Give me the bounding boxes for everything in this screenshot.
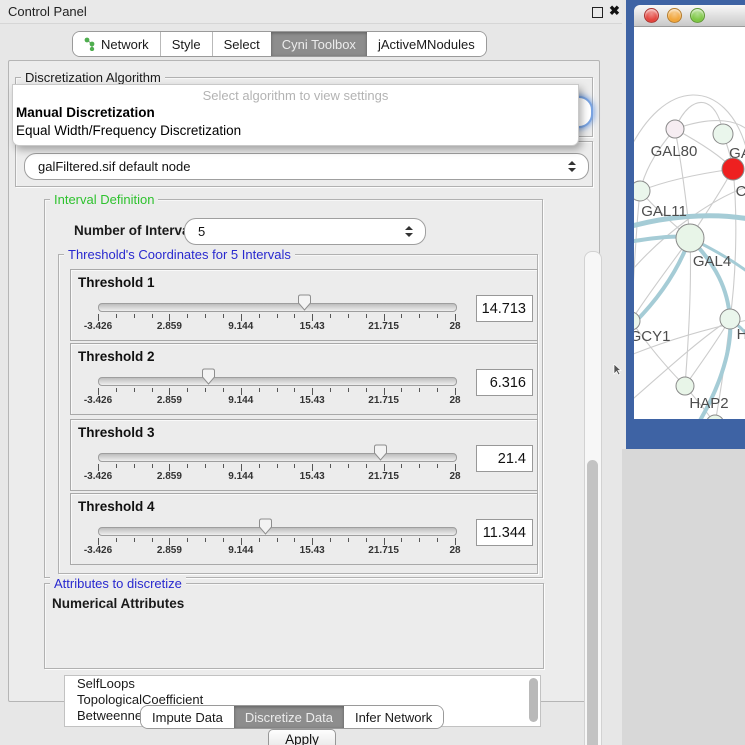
network-window-titlebar: [634, 5, 745, 27]
network-edge: [634, 191, 640, 321]
slider-thumb[interactable]: [297, 294, 312, 311]
threshold-value-field[interactable]: 6.316: [476, 369, 533, 396]
tab-network[interactable]: Network: [73, 32, 160, 56]
node-label: C: [736, 183, 745, 200]
float-window-icon[interactable]: [592, 7, 603, 18]
popup-option-1[interactable]: Manual Discretization: [16, 105, 155, 120]
panel-scrollbar-track[interactable]: [584, 251, 602, 745]
node-label: HAP2: [689, 395, 728, 412]
table-data-group: Table Data galFiltered.sif default node: [15, 141, 593, 187]
network-node[interactable]: [634, 181, 650, 201]
algorithm-group-title: Discretization Algorithm: [21, 70, 165, 85]
tab-label: Discretize Data: [245, 710, 333, 725]
slider-thumb[interactable]: [201, 368, 216, 385]
tab-label: Cyni Toolbox: [282, 37, 356, 52]
tab-label: Select: [224, 37, 260, 52]
algorithm-dropdown-popup: Select algorithm to view settings Manual…: [12, 84, 579, 146]
tab-discretize-data[interactable]: Discretize Data: [234, 706, 344, 728]
cyni-toolbox-panel: Discretization Algorithm Table Data galF…: [8, 60, 600, 702]
interval-definition-group: Interval Definition Number of Intervals …: [44, 199, 543, 578]
popup-hint: Select algorithm to view settings: [13, 88, 578, 103]
tab-label: jActiveMNodules: [378, 37, 475, 52]
tab-jactivemnodules[interactable]: jActiveMNodules: [367, 32, 486, 56]
mac-minimize-icon[interactable]: [667, 8, 682, 23]
close-icon[interactable]: ✖: [609, 3, 620, 19]
bottom-tab-strip: Impute Data Discretize Data Infer Network: [140, 705, 444, 729]
threshold-value-field[interactable]: 11.344: [476, 519, 533, 546]
network-node[interactable]: [676, 224, 704, 252]
control-panel: Control Panel ✖ Network Style Select Cyni T…: [0, 0, 622, 745]
panel-scrollbar-thumb[interactable]: [587, 460, 598, 745]
threshold-value-field[interactable]: 21.4: [476, 445, 533, 472]
table-panel-area: Table Panel ⚙ ☑☑ shared...na YDL19...YDL…: [622, 449, 745, 745]
interval-definition-title: Interval Definition: [50, 192, 158, 207]
network-node[interactable]: [666, 120, 684, 138]
popup-option-2[interactable]: Equal Width/Frequency Discretization: [16, 123, 241, 138]
slider-thumb[interactable]: [373, 444, 388, 461]
mac-zoom-icon[interactable]: [690, 8, 705, 23]
table-data-value: galFiltered.sif default node: [25, 159, 568, 174]
top-tab-strip: Network Style Select Cyni Toolbox jActiveMNo…: [72, 31, 487, 57]
tab-impute-data[interactable]: Impute Data: [141, 706, 234, 728]
mac-close-icon[interactable]: [644, 8, 659, 23]
network-node[interactable]: [676, 377, 694, 395]
tab-label: Network: [101, 37, 149, 52]
tab-label: Impute Data: [152, 710, 223, 725]
tab-infer-network[interactable]: Infer Network: [344, 706, 443, 728]
network-node[interactable]: [713, 124, 733, 144]
node-label: GAL80: [651, 143, 698, 160]
attribute-item[interactable]: SelfLoops: [65, 676, 540, 692]
node-label: GAL4: [693, 253, 731, 270]
network-node[interactable]: [722, 158, 744, 180]
attributes-group: Attributes to discretize Numerical Attri…: [44, 583, 544, 669]
network-canvas[interactable]: GAL80GACGAL11GAL4GCY1HHAP2: [634, 27, 745, 419]
node-label: GAL11: [641, 203, 687, 220]
apply-button[interactable]: Apply: [268, 729, 336, 745]
node-label: H: [737, 326, 745, 343]
network-edge: [634, 238, 690, 321]
network-edge: [685, 238, 691, 386]
threshold-value-field[interactable]: 14.713: [476, 295, 533, 322]
tab-select[interactable]: Select: [212, 32, 271, 56]
numerical-attributes-label: Numerical Attributes: [52, 596, 184, 611]
slider-thumb[interactable]: [258, 518, 273, 535]
tab-label: Style: [172, 37, 201, 52]
control-panel-titlebar: Control Panel ✖: [0, 0, 622, 24]
node-label: GCY1: [634, 328, 670, 345]
combo-arrows-icon: [405, 226, 413, 237]
number-of-intervals-label: Number of Intervals: [74, 223, 201, 238]
tab-label: Infer Network: [355, 710, 432, 725]
tab-cyni-toolbox[interactable]: Cyni Toolbox: [271, 32, 367, 56]
attributes-group-title: Attributes to discretize: [50, 576, 186, 591]
network-edge: [640, 169, 733, 191]
network-edge: [634, 238, 690, 329]
number-of-intervals-combobox[interactable]: 5: [184, 218, 426, 245]
combo-arrows-icon: [568, 161, 576, 172]
network-icon: [84, 37, 96, 51]
panel-title: Control Panel: [8, 4, 87, 19]
screenshot-root: Control Panel ✖ Network Style Select Cyni T…: [0, 0, 745, 745]
tab-style[interactable]: Style: [160, 32, 212, 56]
list-scrollbar[interactable]: [529, 678, 538, 722]
table-data-combobox[interactable]: galFiltered.sif default node: [24, 153, 589, 180]
mouse-cursor: [613, 364, 623, 376]
thresholds-group-title: Threshold's Coordinates for 5 Intervals: [64, 247, 295, 262]
number-of-intervals-value: 5: [185, 224, 405, 239]
